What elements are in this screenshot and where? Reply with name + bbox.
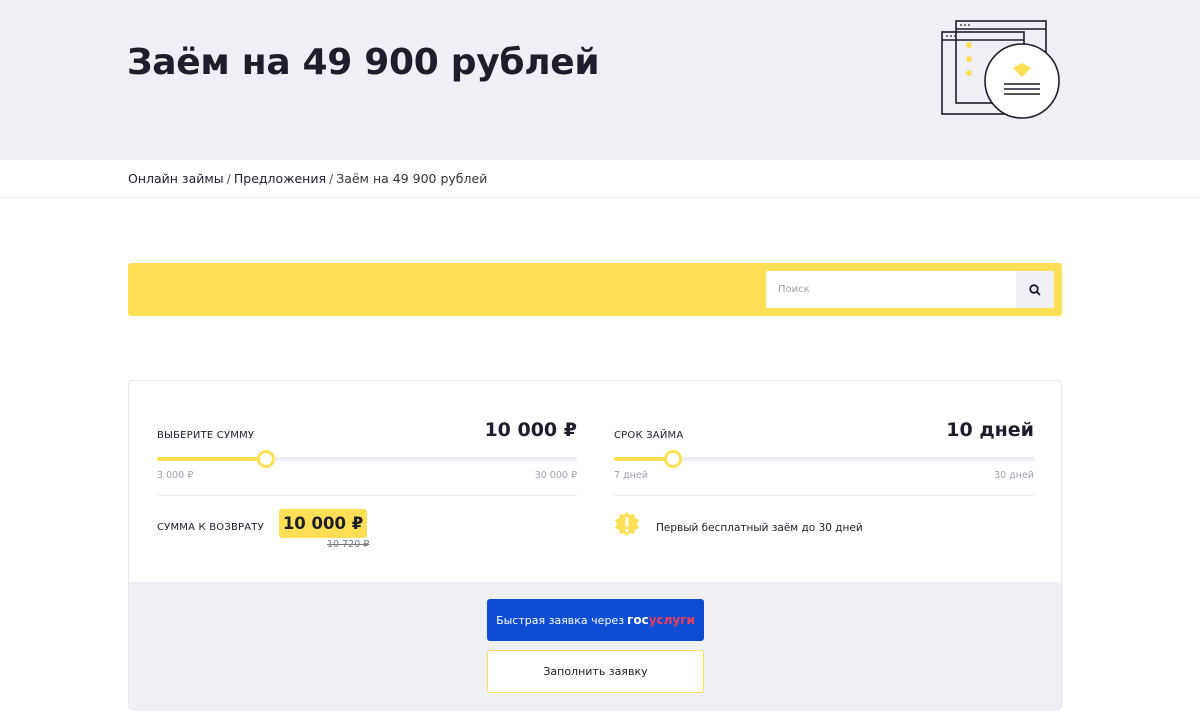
promo-text: Первый бесплатный заём до 30 дней — [656, 522, 863, 534]
return-amount-old-value: 10 720 ₽ — [327, 539, 370, 550]
search-box — [766, 271, 1054, 308]
breadcrumb-link-online-loans[interactable]: Онлайн займы — [128, 171, 224, 186]
fill-application-button[interactable]: Заполнить заявку — [487, 650, 704, 693]
amount-slider[interactable] — [157, 450, 577, 468]
loan-document-illustration-icon — [941, 20, 1060, 119]
term-label: СРОК ЗАЙМА — [614, 430, 684, 441]
gosuslugi-logo: госуслуги — [627, 613, 695, 627]
breadcrumb-current: Заём на 49 900 рублей — [336, 171, 488, 186]
breadcrumb: Онлайн займы / Предложения / Заём на 49 900 … — [0, 160, 1200, 198]
amount-slider-fill — [157, 457, 267, 461]
divider — [157, 495, 577, 496]
breadcrumb-separator: / — [328, 171, 334, 186]
breadcrumb-separator: / — [226, 171, 231, 186]
term-value: 10 дней — [946, 419, 1034, 441]
breadcrumb-link-offers[interactable]: Предложения — [234, 171, 326, 186]
exclamation-badge-icon — [615, 512, 639, 536]
term-slider-handle[interactable] — [663, 450, 682, 468]
search-icon — [1029, 283, 1041, 296]
amount-min-label: 3 000 ₽ — [157, 470, 194, 481]
page-title: Заём на 49 900 рублей — [127, 42, 600, 83]
return-amount-value: 10 000 ₽ — [279, 509, 367, 538]
term-slider[interactable] — [614, 450, 1034, 468]
gosuslugi-apply-button[interactable]: Быстрая заявка через госуслуги — [487, 599, 704, 641]
amount-max-label: 30 000 ₽ — [534, 470, 577, 481]
return-amount-label: СУММА К ВОЗВРАТУ — [157, 522, 264, 533]
search-button[interactable] — [1016, 271, 1054, 308]
amount-label: ВЫБЕРИТЕ СУММУ — [157, 430, 255, 441]
gosuslugi-button-label: Быстрая заявка через — [496, 613, 625, 627]
term-min-label: 7 дней — [614, 470, 648, 481]
search-input[interactable] — [766, 271, 1016, 308]
actions-panel: Быстрая заявка через госуслуги Заполнить… — [129, 582, 1061, 709]
divider — [614, 495, 1034, 496]
loan-calculator: ВЫБЕРИТЕ СУММУ 10 000 ₽ 3 000 ₽ 30 000 ₽… — [128, 380, 1062, 710]
amount-value: 10 000 ₽ — [484, 419, 577, 441]
term-max-label: 30 дней — [994, 470, 1034, 481]
amount-slider-handle[interactable] — [257, 450, 276, 468]
page-header: Заём на 49 900 рублей — [0, 0, 1200, 160]
search-bar — [128, 263, 1062, 316]
